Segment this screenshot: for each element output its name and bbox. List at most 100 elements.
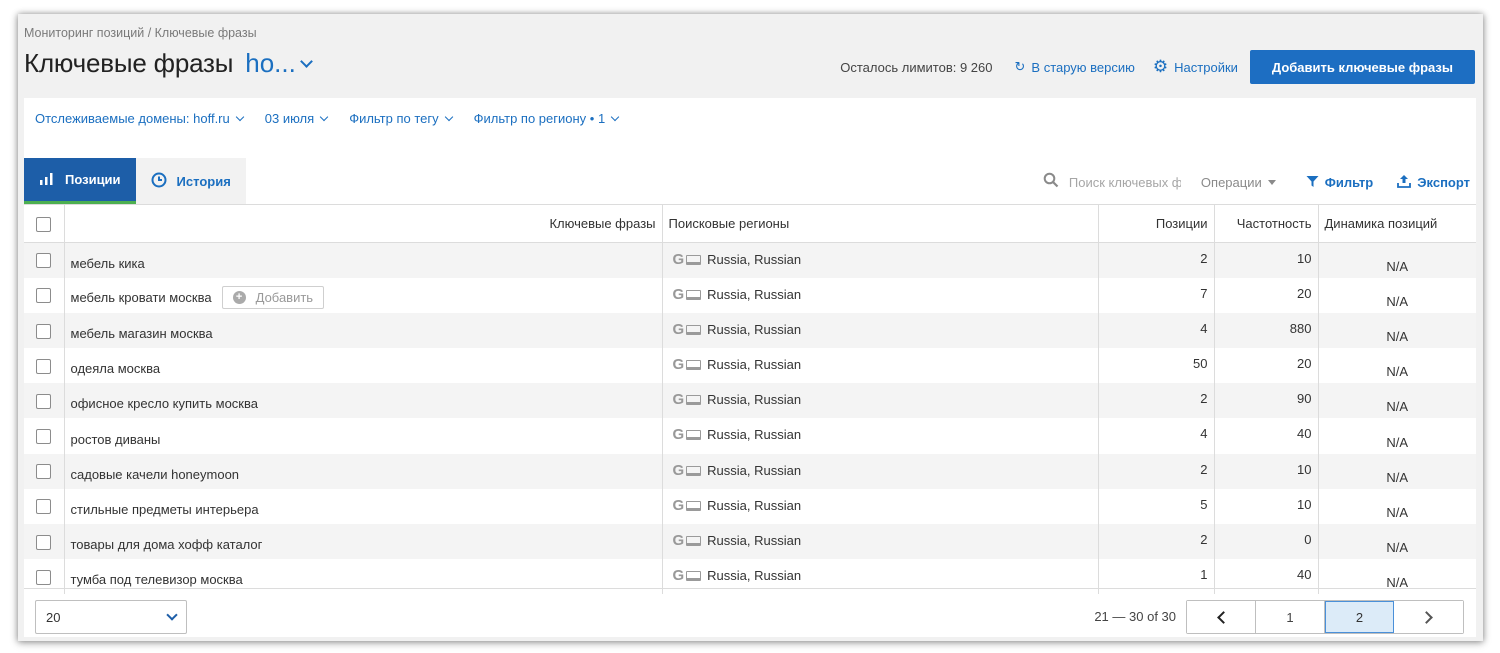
row-checkbox[interactable] [36, 569, 52, 585]
table-row[interactable]: стильные предметы интерьера G Russia, Rus… [24, 488, 1476, 524]
region-filter-label: Фильтр по региону • 1 [473, 111, 606, 126]
chevron-down-icon [319, 112, 329, 121]
export-button[interactable]: Экспорт [1397, 174, 1470, 191]
keyword-cell: мебель кровати москва + Добавить [64, 277, 663, 313]
desktop-icon [686, 360, 702, 371]
row-select-cell [24, 312, 65, 349]
add-tag-button[interactable]: + Добавить [221, 285, 325, 309]
app-window: Мониторинг позиций / Ключевые фразы Ключ… [18, 14, 1483, 641]
filter-label: Фильтр [1324, 175, 1374, 190]
row-checkbox[interactable] [36, 358, 52, 374]
clock-icon [151, 172, 167, 191]
header-frequency[interactable]: Частотность [1214, 204, 1319, 243]
domains-filter-label: Отслеживаемые домены: hoff.ru [35, 111, 230, 126]
dynamics-cell: N/A [1318, 242, 1476, 278]
chevron-down-icon [166, 609, 178, 621]
title-row: Ключевые фразы ho... [24, 48, 313, 79]
desktop-icon [686, 430, 702, 441]
page-2-button[interactable]: 2 [1325, 601, 1394, 633]
position-cell: 5 [1098, 488, 1215, 524]
old-version-link[interactable]: ↻ В старую версию [1015, 59, 1135, 75]
table-row[interactable]: одеяла москва G Russia, Russian 50 20 N/A [24, 348, 1476, 384]
domains-filter[interactable]: Отслеживаемые домены: hoff.ru [35, 111, 244, 126]
header-positions[interactable]: Позиции [1098, 204, 1215, 243]
region-filter[interactable]: Фильтр по региону • 1 [473, 111, 620, 126]
filter-button[interactable]: Фильтр [1306, 175, 1374, 191]
row-checkbox[interactable] [36, 534, 52, 550]
filter-bar: Отслеживаемые домены: hoff.ru 03 июля Фи… [35, 111, 640, 126]
frequency-cell: 90 [1214, 383, 1319, 419]
keyword-cell: мебель кика [64, 242, 663, 278]
tab-history-label: История [176, 173, 231, 189]
operations-label: Операции [1200, 175, 1262, 190]
dynamics-cell: N/A [1386, 434, 1409, 450]
add-keywords-button[interactable]: Добавить ключевые фразы [1249, 50, 1475, 84]
table-toolbar: Операции Фильтр Экспорт [1043, 172, 1470, 193]
breadcrumb[interactable]: Мониторинг позиций / Ключевые фразы [24, 26, 257, 40]
table-row[interactable]: офисное кресло купить москва G Russia, Ru… [24, 383, 1476, 419]
chevron-left-icon [1216, 610, 1230, 624]
export-label: Экспорт [1417, 175, 1470, 190]
frequency-cell: 10 [1214, 242, 1319, 278]
row-select-cell [24, 453, 65, 489]
frequency-cell: 40 [1214, 418, 1319, 454]
table-row[interactable]: товары для дома хофф каталог G Russia, Ru… [24, 524, 1476, 560]
prev-page-button[interactable] [1187, 601, 1256, 633]
select-all-cell [24, 204, 65, 243]
table-row[interactable]: мебель кика G Russia, Russian 2 10 N/A [24, 242, 1476, 278]
row-select-cell [24, 277, 65, 313]
dynamics-cell: N/A [1386, 364, 1409, 380]
row-select-cell [24, 488, 65, 524]
region-cell: G Russia, Russian [662, 453, 1099, 489]
header-regions[interactable]: Поисковые регионы [662, 204, 1099, 243]
header-keyword[interactable]: Ключевые фразы [64, 204, 663, 243]
table-row[interactable]: садовые качели honeymoon G Russia, Russia… [24, 453, 1476, 489]
select-all-checkbox[interactable] [36, 216, 52, 232]
domain-switch[interactable]: ho... [245, 48, 313, 79]
row-checkbox[interactable] [36, 429, 52, 445]
row-select-cell [24, 348, 65, 384]
tab-positions[interactable]: Позиции [24, 158, 136, 204]
pagination: 1 2 [1186, 600, 1464, 634]
row-select-cell [24, 524, 65, 560]
tab-history[interactable]: История [135, 158, 246, 204]
header-dynamics[interactable]: Динамика позиций [1318, 204, 1476, 243]
frequency-cell: 0 [1214, 524, 1319, 560]
desktop-icon [686, 536, 702, 546]
domain-switch-label: ho... [245, 48, 296, 78]
tag-filter[interactable]: Фильтр по тегу [349, 111, 453, 126]
google-icon: G [672, 426, 685, 444]
region-text: Russia, Russian [707, 392, 802, 408]
table-footer: 20 21 — 30 of 30 1 2 [24, 588, 1476, 637]
row-checkbox[interactable] [36, 499, 52, 515]
operations-dropdown[interactable]: Операции [1201, 175, 1276, 190]
row-checkbox[interactable] [36, 288, 52, 304]
table-row[interactable]: ростов диваны G Russia, Russian 4 40 N/A [24, 418, 1476, 454]
row-checkbox[interactable] [36, 323, 52, 339]
settings-link[interactable]: ⚙ Настройки [1153, 57, 1238, 77]
date-filter[interactable]: 03 июля [265, 111, 329, 126]
row-checkbox[interactable] [36, 253, 52, 269]
frequency-cell: 10 [1214, 453, 1319, 489]
desktop-icon [686, 289, 702, 300]
search-input[interactable] [1068, 175, 1181, 190]
row-checkbox[interactable] [36, 464, 52, 480]
row-select-cell [24, 242, 65, 278]
region-cell: G Russia, Russian [662, 418, 1099, 454]
keyword-text: одеяла москва [70, 361, 161, 377]
keyword-text: офисное кресло купить москва [70, 396, 258, 412]
row-select-cell [24, 383, 65, 419]
chevron-down-icon [444, 112, 453, 121]
table-row[interactable]: мебель кровати москва + Добавить G Russia, … [24, 277, 1476, 313]
gear-icon: ⚙ [1152, 57, 1169, 76]
tag-filter-label: Фильтр по тегу [349, 111, 439, 126]
keyword-cell: одеяла москва [64, 348, 663, 384]
page-size-select[interactable]: 20 [35, 600, 187, 634]
keyword-text: мебель магазин москва [70, 325, 213, 341]
table-row[interactable]: мебель магазин москва G Russia, Russian 4… [24, 312, 1476, 349]
next-page-button[interactable] [1394, 601, 1463, 633]
page-1-button[interactable]: 1 [1256, 601, 1325, 633]
row-checkbox[interactable] [36, 393, 52, 409]
chevron-down-icon [610, 112, 620, 121]
view-tabs: Позиции История [24, 158, 246, 204]
